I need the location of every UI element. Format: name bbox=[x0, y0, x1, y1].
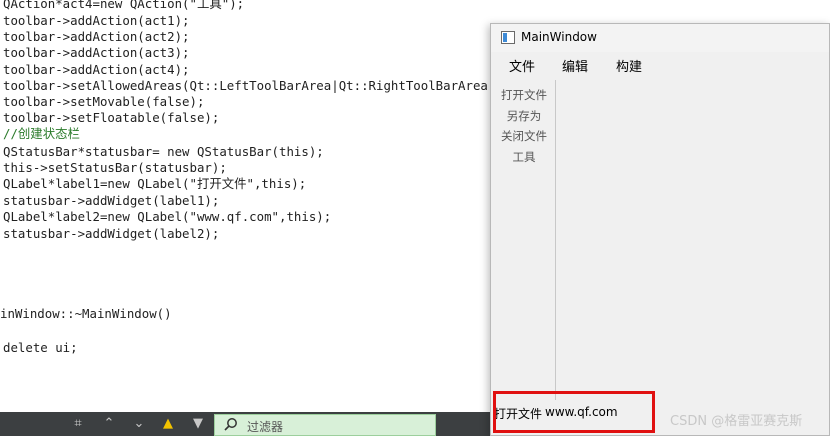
menu-bar: 文件 编辑 构建 bbox=[491, 52, 829, 76]
code-line-10: QStatusBar*statusbar= new QStatusBar(thi… bbox=[3, 144, 324, 160]
code-line-14: QLabel*label2=new QLabel("www.qf.com",th… bbox=[3, 209, 331, 225]
window-titlebar[interactable]: MainWindow bbox=[491, 24, 829, 52]
code-line-1: QAction*act4=new QAction("工具"); bbox=[3, 0, 244, 12]
code-line-7: toolbar->setMovable(false); bbox=[3, 94, 204, 110]
code-text-4: toolbar->addAction(act3); bbox=[3, 45, 190, 60]
code-text-9: //创建状态栏 bbox=[3, 126, 80, 141]
menu-build[interactable]: 构建 bbox=[616, 56, 642, 75]
code-text-16: inWindow::~MainWindow() bbox=[0, 306, 172, 321]
code-line-13: statusbar->addWidget(label1); bbox=[3, 193, 219, 209]
code-line-5: toolbar->addAction(act4); bbox=[3, 62, 190, 78]
code-line-6: toolbar->setAllowedAreas(Qt::LeftToolBar… bbox=[3, 78, 503, 94]
code-text-1: QAction*act4=new QAction("工具"); bbox=[3, 0, 245, 11]
toolbar-open-file[interactable]: 打开文件 bbox=[493, 87, 555, 103]
search-icon bbox=[224, 418, 237, 431]
code-text-6: toolbar->setAllowedAreas(Qt::LeftToolBar… bbox=[3, 78, 503, 93]
warning-icon[interactable]: ▲ bbox=[160, 416, 176, 432]
code-line-4: toolbar->addAction(act3); bbox=[3, 45, 190, 61]
code-line-17: delete ui; bbox=[3, 340, 78, 356]
left-toolbar: 打开文件 另存为 关闭文件 工具 bbox=[493, 80, 556, 400]
code-text-17: delete ui; bbox=[3, 340, 78, 355]
code-line-11: this->setStatusBar(statusbar); bbox=[3, 160, 227, 176]
chevron-up-icon[interactable]: ⌃ bbox=[101, 416, 117, 432]
toolbar-close-file[interactable]: 关闭文件 bbox=[493, 128, 555, 144]
code-text-11: this->setStatusBar(statusbar); bbox=[3, 160, 227, 175]
filter-placeholder: 过滤器 bbox=[247, 420, 284, 434]
window-title: MainWindow bbox=[521, 30, 597, 44]
code-text-14: QLabel*label2=new QLabel("www.qf.com",th… bbox=[3, 209, 332, 224]
code-text-13: statusbar->addWidget(label1); bbox=[3, 193, 220, 208]
highlight-box bbox=[493, 391, 655, 433]
code-text-8: toolbar->setFloatable(false); bbox=[3, 110, 220, 125]
code-text-10: QStatusBar*statusbar= new QStatusBar(thi… bbox=[3, 144, 324, 159]
code-text-15: statusbar->addWidget(label2); bbox=[3, 226, 220, 241]
code-line-15: statusbar->addWidget(label2); bbox=[3, 226, 219, 242]
toolbar-tools[interactable]: 工具 bbox=[493, 149, 555, 165]
code-line-12: QLabel*label1=new QLabel("打开文件",this); bbox=[3, 176, 306, 192]
code-line-2: toolbar->addAction(act1); bbox=[3, 13, 190, 29]
menu-edit[interactable]: 编辑 bbox=[562, 56, 588, 75]
filter-input[interactable]: 过滤器 bbox=[214, 414, 436, 436]
sweep-icon[interactable]: ⌗ bbox=[70, 416, 86, 432]
code-text-5: toolbar->addAction(act4); bbox=[3, 62, 190, 77]
watermark: CSDN @格雷亚赛克斯 bbox=[670, 414, 803, 429]
code-line-16: inWindow::~MainWindow() bbox=[0, 306, 172, 322]
code-line-3: toolbar->addAction(act2); bbox=[3, 29, 190, 45]
code-text-3: toolbar->addAction(act2); bbox=[3, 29, 190, 44]
code-line-9: //创建状态栏 bbox=[3, 126, 80, 142]
filter-funnel-icon[interactable]: ▼ bbox=[190, 416, 206, 432]
menu-file[interactable]: 文件 bbox=[509, 56, 535, 75]
main-window: MainWindow 文件 编辑 构建 打开文件 另存为 关闭文件 工具 打开文… bbox=[490, 23, 830, 436]
code-text-12: QLabel*label1=new QLabel("打开文件",this); bbox=[3, 176, 307, 191]
code-line-8: toolbar->setFloatable(false); bbox=[3, 110, 219, 126]
toolbar-save-as[interactable]: 另存为 bbox=[493, 108, 555, 124]
code-text-2: toolbar->addAction(act1); bbox=[3, 13, 190, 28]
code-text-7: toolbar->setMovable(false); bbox=[3, 94, 205, 109]
app-window-icon bbox=[501, 31, 515, 44]
chevron-down-icon[interactable]: ⌄ bbox=[131, 416, 147, 432]
